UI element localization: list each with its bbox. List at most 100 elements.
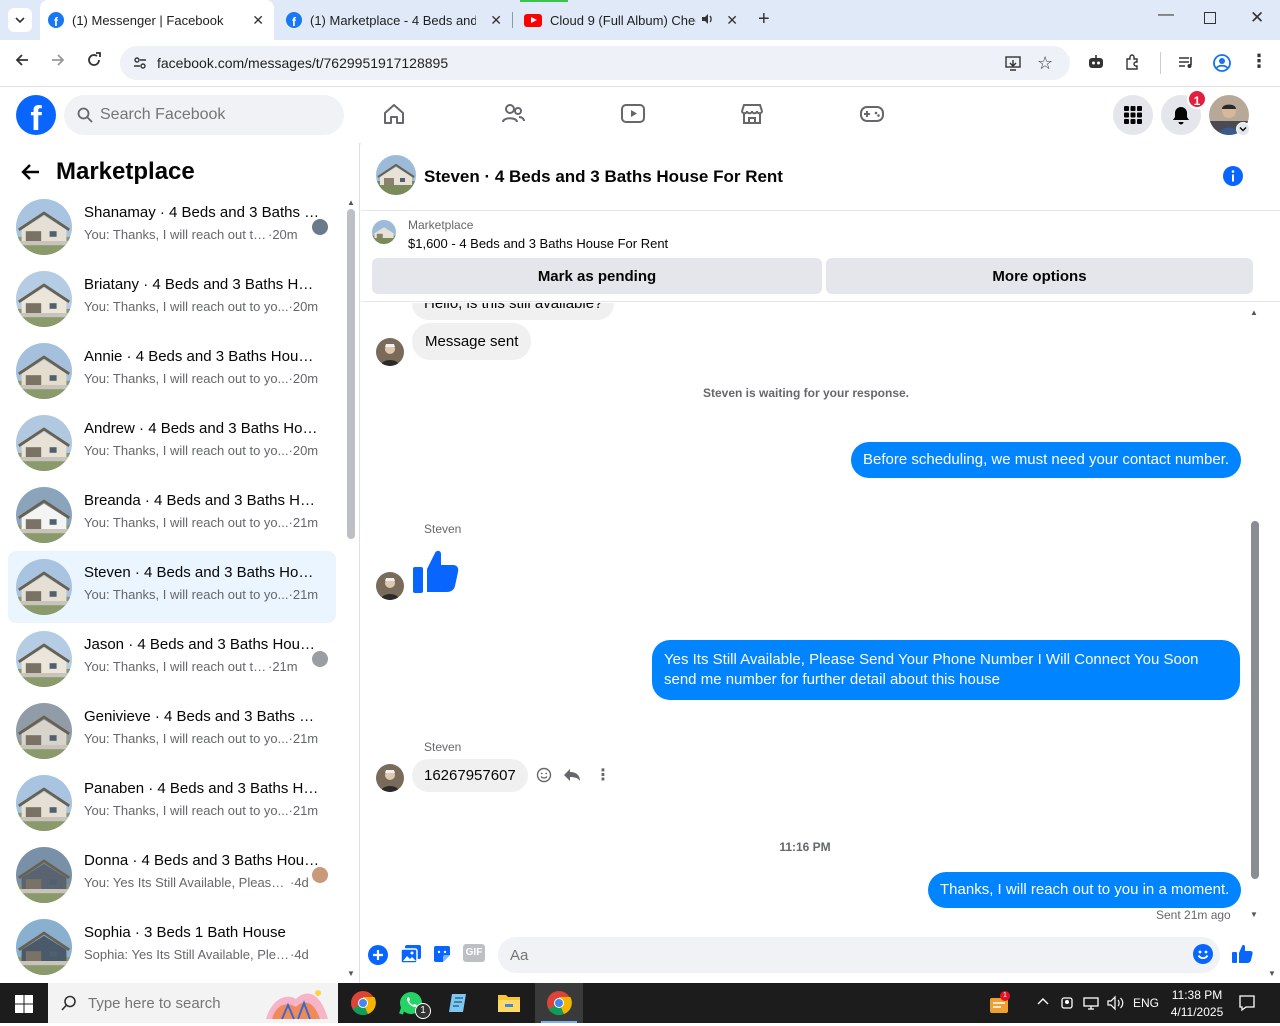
tab-youtube[interactable]: Cloud 9 (Full Album) Cheer ✕ bbox=[516, 0, 748, 40]
conversation-item[interactable]: Shanamay · 4 Beds and 3 Baths House For … bbox=[8, 191, 336, 263]
tab-marketplace[interactable]: f (1) Marketplace - 4 Beds and 3 ✕ bbox=[278, 0, 512, 40]
minimize-icon[interactable]: — bbox=[1158, 6, 1174, 24]
message-bubble-outgoing[interactable]: Thanks, I will reach out to you in a mom… bbox=[928, 872, 1242, 908]
conversation-name: Andrew · 4 Beds and 3 Baths House For Re… bbox=[84, 420, 320, 437]
photo-icon[interactable] bbox=[400, 944, 422, 969]
address-bar[interactable]: facebook.com/messages/t/7629951917128895… bbox=[120, 46, 1070, 80]
extensions-puzzle-icon[interactable] bbox=[1124, 53, 1142, 76]
video-icon[interactable] bbox=[620, 101, 646, 132]
contact-avatar[interactable] bbox=[376, 338, 404, 366]
home-icon[interactable] bbox=[381, 101, 407, 132]
marketplace-icon[interactable] bbox=[739, 101, 765, 132]
reload-icon[interactable] bbox=[85, 51, 103, 74]
close-window-icon[interactable]: ✕ bbox=[1250, 8, 1264, 28]
friends-icon[interactable] bbox=[500, 101, 526, 132]
react-smile-icon[interactable] bbox=[536, 767, 552, 788]
conversation-item[interactable]: Jason · 4 Beds and 3 Baths House For Ren… bbox=[8, 623, 336, 695]
conversation-item[interactable]: Annie · 4 Beds and 3 Baths House For Ren… bbox=[8, 335, 336, 407]
taskbar-notepad[interactable] bbox=[435, 983, 483, 1023]
message-bubble-outgoing[interactable]: Before scheduling, we must need your con… bbox=[851, 442, 1242, 478]
more-actions-icon[interactable]: ⋮ bbox=[595, 765, 611, 785]
conversation-item[interactable]: Andrew · 4 Beds and 3 Baths House For Re… bbox=[8, 407, 336, 479]
taskbar-file-explorer[interactable] bbox=[485, 983, 533, 1023]
taskbar-chrome[interactable] bbox=[535, 983, 583, 1023]
conversation-item[interactable]: Sophia · 3 Beds 1 Bath House Sophia: Yes … bbox=[8, 911, 336, 983]
whatsapp-badge: 1 bbox=[415, 1003, 431, 1019]
search-box[interactable] bbox=[64, 95, 344, 135]
emoji-icon[interactable] bbox=[1193, 944, 1213, 969]
message-bubble-incoming[interactable]: 16267957607 bbox=[412, 759, 528, 792]
menu-grid-button[interactable] bbox=[1113, 95, 1153, 135]
conversation-item[interactable]: Steven · 4 Beds and 3 Baths House For Re… bbox=[8, 551, 336, 623]
chevron-up-icon[interactable] bbox=[1036, 995, 1050, 1012]
bookmark-star-icon[interactable]: ☆ bbox=[1037, 53, 1053, 74]
reply-icon[interactable] bbox=[563, 767, 581, 788]
account-chevron-button[interactable] bbox=[1236, 122, 1250, 136]
conversation-item[interactable]: Donna · 4 Beds and 3 Baths House For Ren… bbox=[8, 839, 336, 911]
listing-title[interactable]: $1,600 - 4 Beds and 3 Baths House For Re… bbox=[408, 236, 668, 251]
browser-menu-icon[interactable]: ⋮ bbox=[1250, 51, 1268, 72]
thumbs-up-icon[interactable] bbox=[411, 543, 461, 600]
plus-circle-icon[interactable] bbox=[368, 945, 388, 970]
sidebar-scrollbar[interactable] bbox=[347, 209, 355, 539]
gaming-icon[interactable] bbox=[859, 101, 885, 132]
chat-scrollbar[interactable] bbox=[1251, 521, 1259, 879]
chat-title[interactable]: Steven · 4 Beds and 3 Baths House For Re… bbox=[424, 167, 783, 187]
scroll-down-arrow-icon[interactable]: ▼ bbox=[347, 969, 355, 978]
taskbar-whatsapp[interactable]: 1 bbox=[387, 983, 435, 1023]
site-info-icon[interactable] bbox=[132, 55, 148, 76]
close-icon[interactable]: ✕ bbox=[726, 12, 738, 29]
install-app-icon[interactable] bbox=[1004, 54, 1022, 77]
taskbar-search-input[interactable] bbox=[88, 983, 248, 1023]
message-input[interactable] bbox=[498, 937, 1220, 973]
info-icon[interactable] bbox=[1223, 166, 1243, 191]
clock-time[interactable]: 11:38 PM bbox=[1168, 988, 1226, 1002]
listing-avatar[interactable] bbox=[376, 155, 416, 195]
conversation-item[interactable]: Briatany · 4 Beds and 3 Baths House For … bbox=[8, 263, 336, 335]
volume-icon[interactable] bbox=[1106, 995, 1124, 1016]
listing-thumbnail[interactable] bbox=[372, 220, 396, 244]
clock-date[interactable]: 4/11/2025 bbox=[1166, 1005, 1228, 1019]
new-tab-button[interactable]: + bbox=[758, 8, 770, 31]
meet-icon[interactable] bbox=[1060, 996, 1074, 1015]
taskbar-chrome-profile[interactable] bbox=[339, 983, 387, 1023]
message-bubble-outgoing[interactable]: Yes Its Still Available, Please Send You… bbox=[652, 640, 1240, 700]
media-control-icon[interactable] bbox=[1177, 53, 1195, 76]
back-arrow-icon[interactable] bbox=[20, 161, 42, 188]
network-icon[interactable] bbox=[1083, 996, 1099, 1015]
taskbar-search[interactable] bbox=[48, 983, 338, 1023]
robot-extension-icon[interactable] bbox=[1087, 53, 1105, 76]
forward-arrow-icon[interactable] bbox=[49, 51, 67, 74]
scroll-down-arrow-icon[interactable]: ▼ bbox=[1250, 910, 1258, 919]
sidebar-title: Marketplace bbox=[56, 158, 195, 185]
restore-icon[interactable] bbox=[1204, 12, 1216, 24]
contact-avatar[interactable] bbox=[376, 764, 404, 792]
thumbs-up-send-icon[interactable] bbox=[1231, 942, 1253, 969]
close-icon[interactable]: ✕ bbox=[490, 12, 502, 29]
conversation-item[interactable]: Breanda · 4 Beds and 3 Baths House For R… bbox=[8, 479, 336, 551]
tab-search-button[interactable] bbox=[8, 8, 32, 32]
more-options-button[interactable]: More options bbox=[826, 258, 1253, 294]
speaker-icon[interactable] bbox=[700, 12, 714, 29]
back-arrow-icon[interactable] bbox=[13, 51, 31, 74]
search-input[interactable] bbox=[100, 95, 330, 135]
scroll-up-arrow-icon[interactable]: ▲ bbox=[1250, 308, 1258, 317]
mark-as-pending-button[interactable]: Mark as pending bbox=[372, 258, 822, 294]
profile-icon[interactable] bbox=[1212, 53, 1232, 78]
facebook-logo-icon[interactable]: f bbox=[16, 95, 56, 135]
message-bubble-incoming[interactable]: Message sent bbox=[412, 323, 532, 360]
message-bubble-incoming[interactable]: Hello, is this still available? bbox=[412, 303, 615, 320]
gif-button[interactable]: GIF bbox=[463, 944, 485, 962]
scroll-up-arrow-icon[interactable]: ▲ bbox=[347, 198, 355, 207]
conversation-item[interactable]: Genivieve · 4 Beds and 3 Baths House For… bbox=[8, 695, 336, 767]
conversation-item[interactable]: Panaben · 4 Beds and 3 Baths House For R… bbox=[8, 767, 336, 839]
conversation-time: ·21m bbox=[268, 659, 298, 674]
close-icon[interactable]: ✕ bbox=[252, 12, 264, 29]
windows-start-icon[interactable] bbox=[15, 995, 33, 1018]
action-center-icon[interactable] bbox=[1238, 994, 1256, 1017]
tab-messenger[interactable]: f (1) Messenger | Facebook ✕ bbox=[40, 0, 274, 40]
sticker-icon[interactable] bbox=[432, 944, 452, 969]
read-receipt-avatar bbox=[312, 867, 328, 883]
contact-avatar[interactable] bbox=[376, 572, 404, 600]
language-indicator[interactable]: ENG bbox=[1133, 996, 1159, 1010]
